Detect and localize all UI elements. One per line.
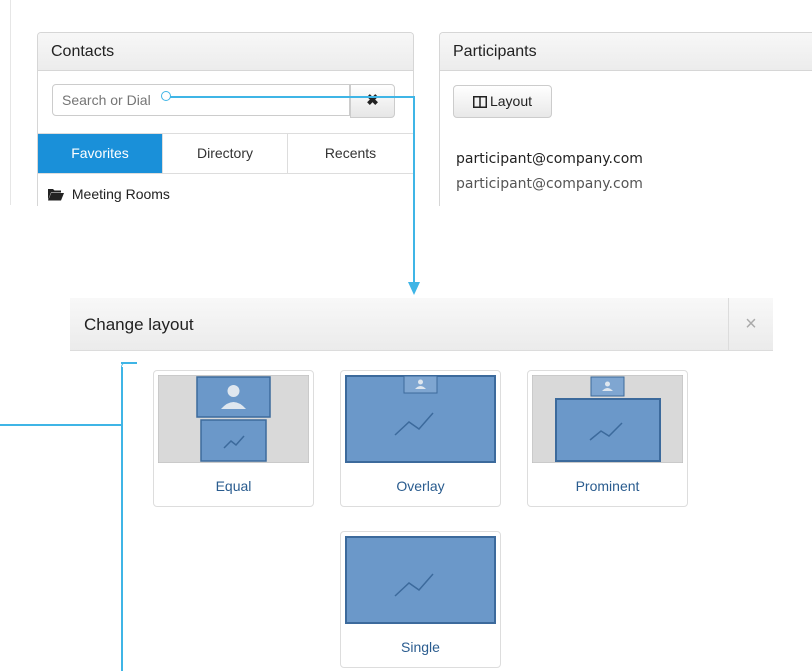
- left-divider: [10, 0, 11, 205]
- close-icon: ✖: [366, 92, 379, 109]
- layout-option-label: Prominent: [575, 478, 640, 494]
- layout-option-equal[interactable]: Equal: [153, 370, 314, 507]
- layout-option-single[interactable]: Single: [340, 531, 501, 668]
- contacts-title: Contacts: [38, 33, 413, 71]
- close-icon: ×: [745, 313, 757, 335]
- participants-title: Participants: [440, 33, 812, 71]
- layout-option-prominent[interactable]: Prominent: [527, 370, 688, 507]
- layout-option-label: Overlay: [396, 478, 445, 494]
- folder-label: Meeting Rooms: [71, 186, 170, 202]
- layout-option-label: Equal: [215, 478, 252, 494]
- dialog-close-button[interactable]: ×: [728, 298, 773, 350]
- contacts-tabs: Favorites Directory Recents: [38, 133, 413, 174]
- tab-recents[interactable]: Recents: [288, 134, 413, 173]
- contacts-panel: Contacts ✖ Favorites Directory Recents M…: [37, 32, 414, 206]
- tab-favorites[interactable]: Favorites: [38, 134, 163, 173]
- folder-meeting-rooms[interactable]: Meeting Rooms: [48, 186, 170, 202]
- search-group: ✖: [52, 84, 395, 118]
- folder-open-icon: [48, 189, 64, 201]
- prominent-layout-icon: [532, 375, 683, 463]
- participant-address: participant@company.com: [456, 176, 643, 192]
- search-input[interactable]: [52, 84, 350, 116]
- single-layout-icon: [345, 536, 496, 624]
- layout-option-label: Single: [401, 639, 440, 655]
- layout-option-overlay[interactable]: Overlay: [340, 370, 501, 507]
- participant-name: participant@company.com: [456, 151, 643, 167]
- layout-button-label: Layout: [489, 93, 533, 109]
- equal-layout-icon: [158, 375, 309, 463]
- clear-search-button[interactable]: ✖: [350, 84, 395, 118]
- dialog-title: Change layout: [84, 315, 194, 334]
- overlay-layout-icon: [345, 375, 496, 463]
- change-layout-dialog-header: Change layout ×: [70, 298, 773, 351]
- layout-button[interactable]: Layout: [453, 85, 552, 118]
- tab-directory[interactable]: Directory: [163, 134, 288, 173]
- columns-icon: [472, 96, 487, 108]
- participants-panel: Participants Layout participant@company.…: [439, 32, 812, 206]
